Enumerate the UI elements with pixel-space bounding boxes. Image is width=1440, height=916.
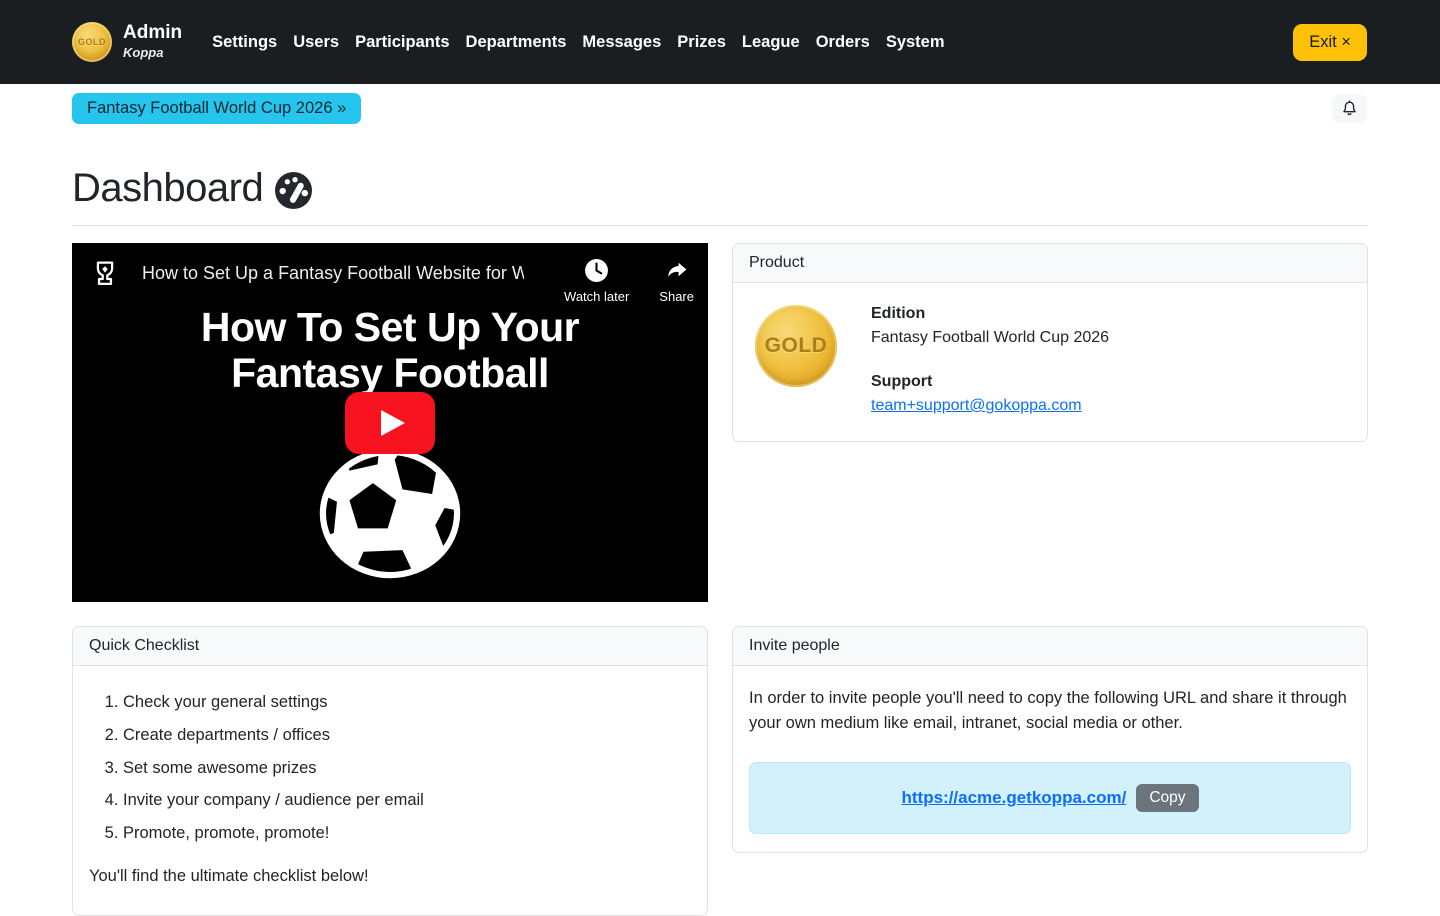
- notifications-button[interactable]: [1332, 94, 1367, 123]
- share-button[interactable]: Share: [659, 258, 694, 304]
- checklist-item: Set some awesome prizes: [123, 756, 691, 781]
- nav-item-orders[interactable]: Orders: [808, 25, 878, 60]
- copy-url-button[interactable]: Copy: [1136, 784, 1198, 812]
- bell-icon: [1340, 99, 1359, 118]
- checklist-item: Check your general settings: [123, 690, 691, 715]
- quick-checklist-header: Quick Checklist: [73, 627, 707, 666]
- invite-people-card: Invite people In order to invite people …: [732, 626, 1368, 853]
- checklist-footer-note: You'll find the ultimate checklist below…: [89, 864, 691, 889]
- invite-url-box: https://acme.getkoppa.com/ Copy: [749, 762, 1351, 834]
- speedometer-icon: [275, 172, 312, 209]
- nav-item-settings[interactable]: Settings: [204, 25, 285, 60]
- edition-label: Edition: [871, 305, 1109, 323]
- play-button-icon[interactable]: [345, 392, 435, 454]
- page-title: Dashboard: [72, 166, 263, 211]
- gold-edition-coin: GOLD: [755, 305, 837, 387]
- nav-item-system[interactable]: System: [878, 25, 953, 60]
- top-navbar: GOLD Admin Koppa Settings Users Particip…: [0, 0, 1440, 84]
- video-headline: How To Set Up Your Fantasy Football: [72, 304, 708, 396]
- quick-checklist-card: Quick Checklist Check your general setti…: [72, 626, 708, 916]
- exit-button[interactable]: Exit ×: [1293, 24, 1367, 61]
- brand-title: Admin: [123, 23, 182, 44]
- soccer-ball-icon: [312, 443, 468, 590]
- nav-item-participants[interactable]: Participants: [347, 25, 457, 60]
- tutorial-video-player[interactable]: How To Set Up Your Fantasy Football: [72, 243, 708, 602]
- main-content: How To Set Up Your Fantasy Football: [0, 226, 1440, 916]
- support-email-link[interactable]: team+support@gokoppa.com: [871, 397, 1082, 414]
- page-head: Dashboard: [0, 124, 1440, 226]
- invite-people-body: In order to invite people you'll need to…: [733, 666, 1367, 852]
- edition-value: Fantasy Football World Cup 2026: [871, 329, 1109, 347]
- checklist-list: Check your general settings Create depar…: [123, 690, 691, 846]
- watch-later-button[interactable]: Watch later: [564, 258, 629, 304]
- nav-item-departments[interactable]: Departments: [458, 25, 575, 60]
- nav-item-messages[interactable]: Messages: [574, 25, 669, 60]
- checklist-item: Promote, promote, promote!: [123, 821, 691, 846]
- nav-item-prizes[interactable]: Prizes: [669, 25, 734, 60]
- checklist-item: Create departments / offices: [123, 723, 691, 748]
- brand[interactable]: GOLD Admin Koppa: [72, 22, 182, 62]
- video-title[interactable]: How to Set Up a Fantasy Football Website…: [142, 263, 524, 284]
- brand-subtitle: Koppa: [123, 46, 182, 60]
- clock-icon: [584, 258, 609, 283]
- nav-item-league[interactable]: League: [734, 25, 808, 60]
- invite-url-link[interactable]: https://acme.getkoppa.com/: [901, 785, 1126, 811]
- quick-checklist-body: Check your general settings Create depar…: [73, 666, 707, 915]
- product-card-body: GOLD Edition Fantasy Football World Cup …: [733, 283, 1367, 441]
- nav-item-users[interactable]: Users: [285, 25, 347, 60]
- invite-people-header: Invite people: [733, 627, 1367, 666]
- main-nav: Settings Users Participants Departments …: [204, 25, 1293, 60]
- video-top-bar: How to Set Up a Fantasy Football Website…: [72, 243, 708, 304]
- channel-logo-icon[interactable]: [88, 257, 122, 291]
- share-arrow-icon: [664, 258, 690, 283]
- product-card: Product GOLD Edition Fantasy Football Wo…: [732, 243, 1368, 442]
- product-card-header: Product: [733, 244, 1367, 283]
- invite-description: In order to invite people you'll need to…: [749, 686, 1351, 736]
- support-label: Support: [871, 373, 1109, 391]
- edition-breadcrumb-button[interactable]: Fantasy Football World Cup 2026 »: [72, 93, 361, 124]
- toolbar-row: Fantasy Football World Cup 2026 »: [0, 84, 1440, 124]
- checklist-item: Invite your company / audience per email: [123, 788, 691, 813]
- gold-coin-logo: GOLD: [72, 22, 112, 62]
